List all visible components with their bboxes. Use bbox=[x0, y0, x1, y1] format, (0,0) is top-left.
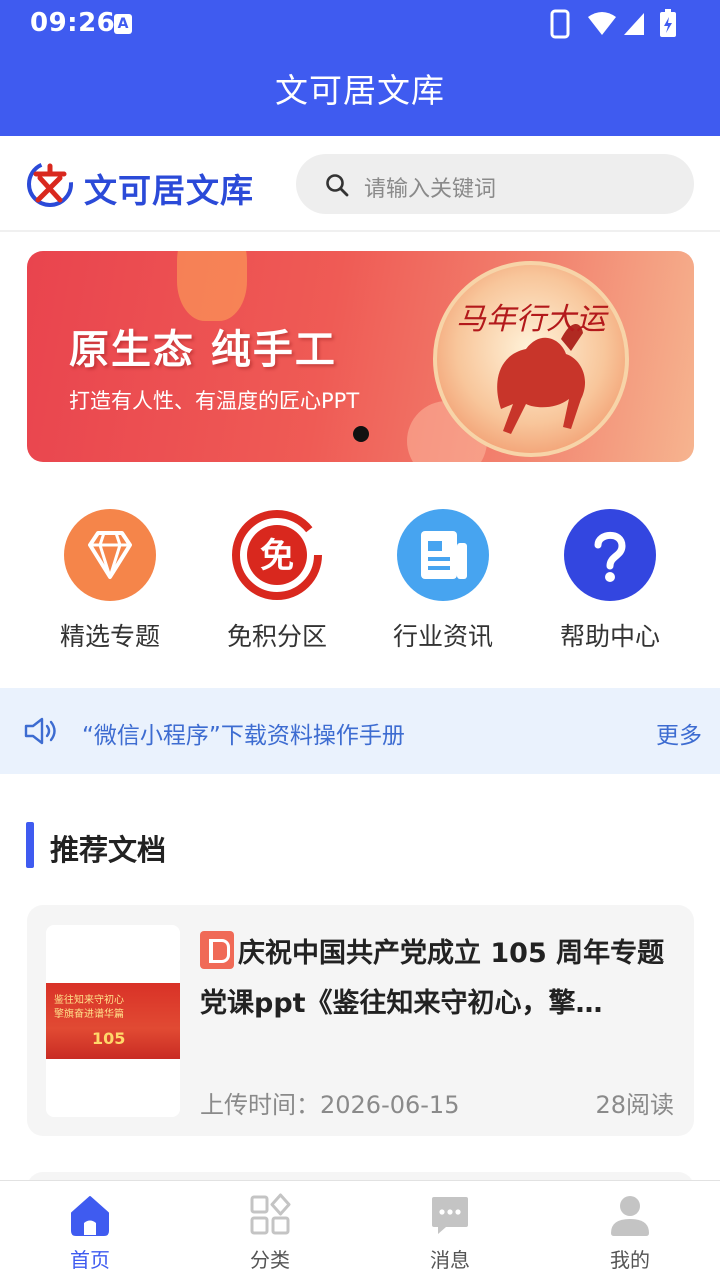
diamond-icon bbox=[64, 509, 156, 601]
svg-text:免: 免 bbox=[260, 536, 294, 576]
horse-artwork-icon: 马年行大运 bbox=[433, 261, 629, 457]
tab-label: 首页 bbox=[70, 1248, 110, 1272]
bottom-tab-bar: 首页 分类 消息 我的 bbox=[0, 1180, 720, 1280]
document-card[interactable]: 鉴往知来守初心 擎旗奋进谱华篇 105 庆祝中国共产党成立 105 周年专题党课… bbox=[27, 905, 694, 1136]
message-icon bbox=[432, 1197, 468, 1234]
help-icon bbox=[564, 509, 656, 601]
quick-item-label: 帮助中心 bbox=[559, 622, 660, 651]
quick-item-featured-topics[interactable]: 精选专题 bbox=[30, 505, 190, 653]
profile-icon bbox=[611, 1196, 649, 1236]
notice-bar[interactable]: “微信小程序”下载资料操作手册 更多 bbox=[0, 688, 720, 774]
tab-label: 我的 bbox=[610, 1248, 650, 1272]
status-bar: 09:26 A bbox=[0, 0, 720, 48]
quick-item-label: 免积分区 bbox=[226, 622, 327, 651]
tab-messages[interactable]: 消息 bbox=[360, 1181, 540, 1280]
app-bar: 文可居文库 bbox=[0, 48, 720, 136]
document-thumbnail: 鉴往知来守初心 擎旗奋进谱华篇 105 bbox=[46, 925, 180, 1117]
thumbnail-text: 鉴往知来守初心 bbox=[54, 995, 124, 1006]
home-icon bbox=[71, 1196, 109, 1236]
thumbnail-number: 105 bbox=[92, 1029, 126, 1048]
ppt-icon bbox=[200, 931, 234, 969]
free-badge-icon: 免 bbox=[231, 509, 323, 601]
header: 文可居文库 请输入关键词 bbox=[0, 136, 720, 232]
carousel-indicator[interactable] bbox=[353, 426, 369, 442]
document-title[interactable]: 庆祝中国共产党成立 105 周年专题党课ppt《鉴往知来守初心，擎… bbox=[200, 929, 678, 1029]
section-title: 推荐文档 bbox=[50, 833, 167, 867]
section-accent-bar bbox=[26, 822, 34, 868]
quick-item-label: 精选专题 bbox=[59, 622, 160, 651]
system-icons bbox=[550, 9, 676, 39]
thumbnail-image: 鉴往知来守初心 擎旗奋进谱华篇 105 bbox=[46, 983, 180, 1059]
tab-category[interactable]: 分类 bbox=[180, 1181, 360, 1280]
upload-time: 上传时间：2026-06-15 bbox=[200, 1091, 460, 1119]
app-title: 文可居文库 bbox=[275, 71, 445, 110]
logo-icon bbox=[27, 161, 73, 207]
document-title-text: 庆祝中国共产党成立 105 周年专题党课ppt《鉴往知来守初心，擎… bbox=[200, 938, 665, 1019]
notification-icon: A bbox=[114, 14, 132, 34]
logo-text: 文可居文库 bbox=[84, 171, 254, 210]
promo-banner[interactable]: 原生态 纯手工 打造有人性、有温度的匠心PPT 马年行大运 bbox=[27, 251, 694, 462]
banner-glow bbox=[177, 251, 247, 321]
category-icon bbox=[250, 1193, 291, 1235]
tab-label: 分类 bbox=[250, 1248, 290, 1272]
notice-more-link[interactable]: 更多 bbox=[656, 716, 702, 750]
search-input[interactable]: 请输入关键词 bbox=[296, 154, 694, 214]
thumbnail-text: 擎旗奋进谱华篇 bbox=[54, 1009, 124, 1020]
search-placeholder: 请输入关键词 bbox=[364, 177, 497, 202]
banner-headline: 原生态 纯手工 bbox=[69, 327, 337, 373]
quick-item-free-zone[interactable]: 免 免积分区 bbox=[197, 505, 357, 653]
vibrate-icon bbox=[550, 9, 570, 39]
search-icon bbox=[326, 174, 349, 197]
tab-home[interactable]: 首页 bbox=[0, 1181, 180, 1280]
banner-subline: 打造有人性、有温度的匠心PPT bbox=[69, 389, 360, 413]
tab-label: 消息 bbox=[430, 1248, 470, 1272]
status-time: 09:26 bbox=[30, 8, 116, 38]
tab-profile[interactable]: 我的 bbox=[540, 1181, 720, 1280]
wifi-icon bbox=[588, 12, 616, 35]
read-count: 28阅读 bbox=[595, 1091, 674, 1119]
news-icon bbox=[397, 509, 489, 601]
notice-text[interactable]: “微信小程序”下载资料操作手册 bbox=[82, 716, 405, 750]
banner-art-text: 马年行大运 bbox=[456, 302, 609, 337]
signal-icon bbox=[624, 13, 644, 35]
quick-item-help-center[interactable]: 帮助中心 bbox=[530, 505, 690, 653]
quick-menu: 精选专题 免 免积分区 行业资讯 帮助中心 bbox=[0, 505, 720, 665]
quick-item-industry-news[interactable]: 行业资讯 bbox=[363, 505, 523, 653]
quick-item-label: 行业资讯 bbox=[392, 622, 493, 651]
speaker-icon bbox=[24, 717, 56, 745]
